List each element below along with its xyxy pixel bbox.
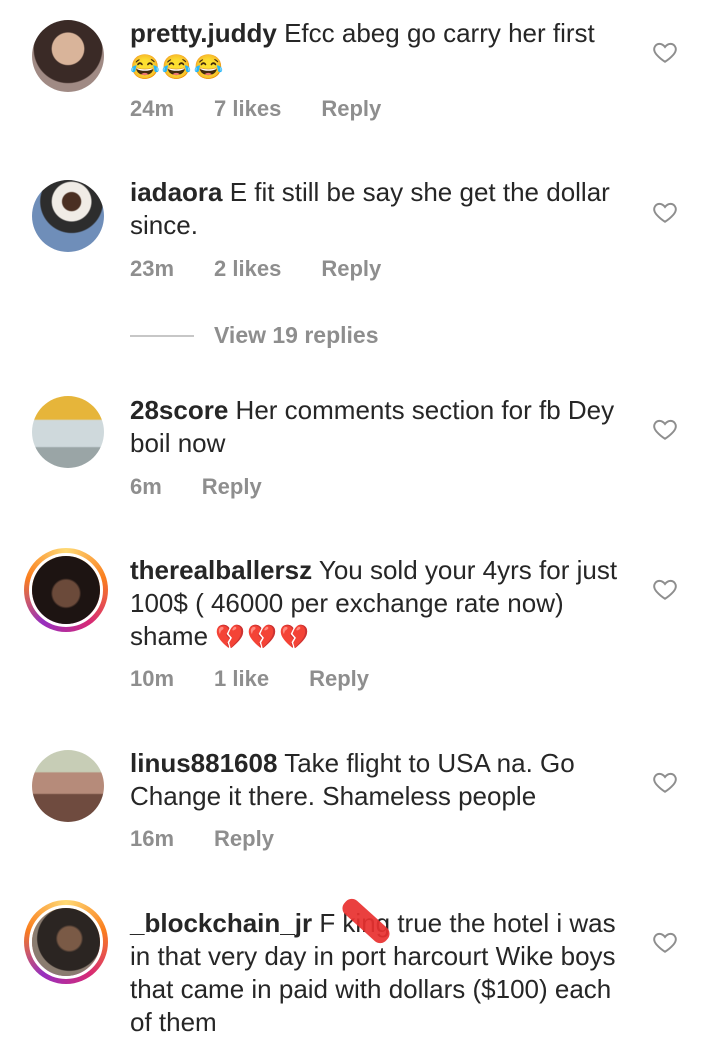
divider [130, 334, 194, 337]
comment-username[interactable]: pretty.juddy [130, 18, 277, 48]
comment-emoji: 💔💔💔 [215, 624, 311, 651]
comment-text: Efcc abeg go carry her first [284, 18, 595, 48]
avatar[interactable] [32, 20, 104, 92]
avatar[interactable] [32, 180, 104, 252]
comment-likes[interactable]: 1 like [214, 666, 269, 692]
comment-time: 23m [130, 256, 175, 281]
heart-icon[interactable] [652, 929, 678, 955]
heart-icon[interactable] [652, 769, 678, 795]
reply-button[interactable]: Reply [214, 826, 274, 852]
comment-likes[interactable]: 2 likes [214, 256, 281, 282]
avatar[interactable] [32, 750, 104, 822]
avatar[interactable] [32, 396, 104, 468]
avatar-story-ring[interactable] [24, 900, 108, 984]
comment-emoji: 😂😂😂 [130, 54, 226, 81]
view-replies-button[interactable]: View 19 replies [130, 322, 379, 349]
reply-button[interactable]: Reply [309, 666, 369, 692]
comment-time: 24m [130, 96, 175, 121]
avatar-story-ring[interactable] [24, 548, 108, 632]
comment-time: 6m [130, 474, 162, 499]
comment-username[interactable]: linus881608 [130, 748, 277, 778]
heart-icon[interactable] [652, 576, 678, 602]
comment-time: 10m [130, 666, 175, 691]
reply-button[interactable]: Reply [321, 256, 381, 282]
heart-icon[interactable] [652, 199, 678, 225]
comment-username[interactable]: _blockchain_jr [130, 908, 312, 938]
heart-icon[interactable] [652, 39, 678, 65]
comment-username[interactable]: 28score [130, 395, 228, 425]
view-replies-label: View 19 replies [214, 322, 379, 348]
comment-likes[interactable]: 7 likes [214, 96, 281, 122]
reply-button[interactable]: Reply [321, 96, 381, 122]
heart-icon[interactable] [652, 416, 678, 442]
reply-button[interactable]: Reply [202, 474, 262, 500]
comment-username[interactable]: iadaora [130, 177, 223, 207]
comment-time: 16m [130, 826, 175, 851]
comment-username[interactable]: therealballersz [130, 555, 312, 585]
